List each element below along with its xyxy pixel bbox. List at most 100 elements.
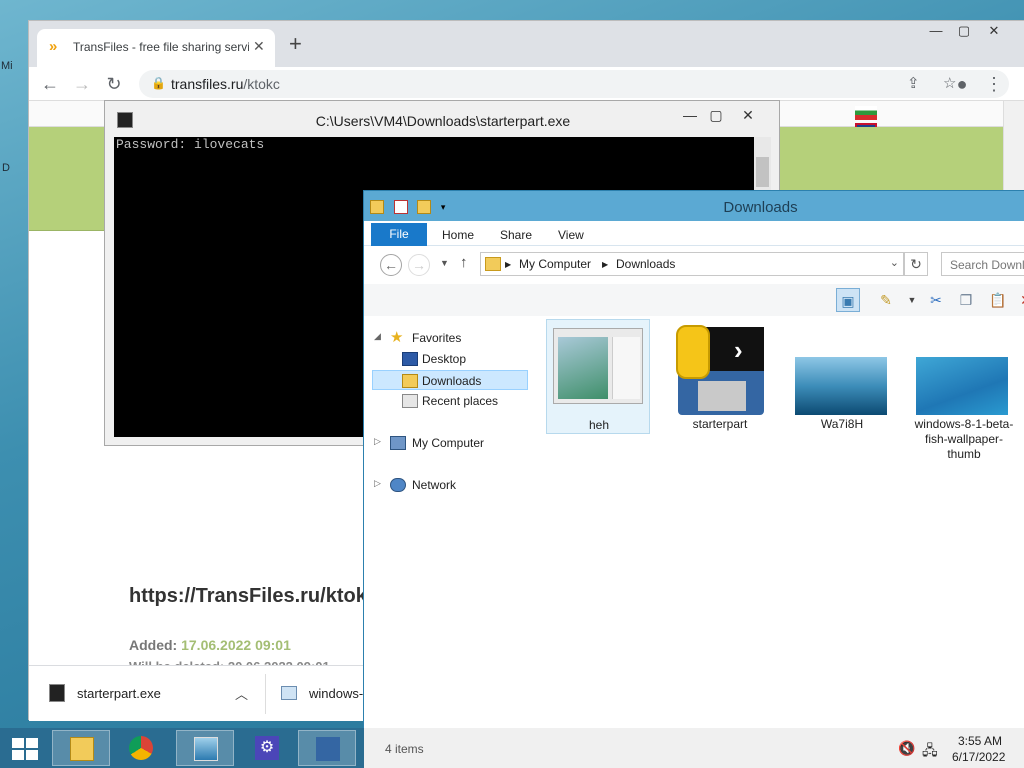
tab-file[interactable]: File bbox=[371, 223, 427, 246]
taskbar-chrome[interactable] bbox=[112, 730, 170, 766]
file-link-heading[interactable]: https://TransFiles.ru/ktokc bbox=[129, 585, 378, 608]
back-icon[interactable]: ← bbox=[37, 71, 63, 97]
browser-toolbar: ← → ↻ 🔒 transfiles.ru/ktokc ⇪ ☆ ● ⋮ bbox=[29, 67, 1024, 101]
divider bbox=[265, 674, 266, 714]
python-icon bbox=[316, 737, 340, 761]
file-list: heh › starterpart Wa7i8H windows-8-1-bet… bbox=[532, 316, 1024, 728]
added-date: Added: 17.06.2022 09:01 bbox=[129, 637, 291, 653]
clock-date[interactable]: 6/17/2022 bbox=[952, 750, 1005, 764]
clock-time[interactable]: 3:55 AM bbox=[958, 734, 1002, 748]
refresh-icon[interactable]: ↻ bbox=[904, 252, 928, 276]
url-text: transfiles.ru/ktokc bbox=[171, 76, 280, 92]
back-icon[interactable]: ← bbox=[380, 254, 402, 276]
search-input[interactable]: Search Downloads bbox=[941, 252, 1024, 276]
forward-icon[interactable]: → bbox=[408, 254, 430, 276]
taskbar-starterpart[interactable] bbox=[298, 730, 356, 766]
menu-kebab-icon[interactable]: ⋮ bbox=[981, 71, 1007, 97]
exe-file-icon bbox=[49, 684, 65, 702]
nav-favorites[interactable]: ◢ ★ Favorites bbox=[372, 328, 530, 348]
close-icon[interactable]: ✕ bbox=[979, 23, 1009, 39]
breadcrumb-separator-icon[interactable]: ▶ bbox=[602, 260, 608, 269]
maximize-icon[interactable]: ▢ bbox=[949, 23, 979, 39]
tab-close-icon[interactable]: ✕ bbox=[253, 38, 265, 55]
taskbar-settings[interactable]: ⚙ bbox=[238, 730, 296, 766]
tab-transfiles[interactable]: » TransFiles - free file sharing service… bbox=[37, 29, 275, 67]
chevron-up-icon[interactable]: ︿ bbox=[235, 684, 248, 703]
recent-locations-icon[interactable]: ▼ bbox=[440, 258, 449, 268]
delete-icon[interactable]: ✕ bbox=[1014, 288, 1024, 312]
desktop-icon-label: D bbox=[2, 162, 10, 174]
address-bar[interactable]: 🔒 transfiles.ru/ktokc ⇪ ☆ bbox=[139, 70, 1009, 98]
ribbon-tabs: File Home Share View bbox=[364, 221, 1024, 246]
explorer-titlebar: ▾ Downloads bbox=[364, 191, 1024, 221]
taskbar-photos[interactable] bbox=[176, 730, 234, 766]
maximize-icon[interactable]: ▢ bbox=[703, 107, 729, 124]
properties-icon[interactable]: ✎ bbox=[874, 288, 898, 312]
folder-icon bbox=[70, 737, 94, 761]
paste-icon[interactable]: 📋 bbox=[986, 288, 1010, 312]
copy-icon[interactable]: ❐ bbox=[954, 288, 978, 312]
file-starterpart[interactable]: › starterpart bbox=[668, 319, 772, 459]
system-tray: 🔇 🖧 3:55 AM 6/17/2022 bbox=[884, 730, 1024, 768]
nav-my-computer[interactable]: ▷ My Computer bbox=[372, 433, 530, 453]
forward-icon[interactable]: → bbox=[69, 71, 95, 97]
nav-network[interactable]: ▷ Network bbox=[372, 475, 530, 495]
flag-icon[interactable] bbox=[855, 106, 877, 120]
cut-icon[interactable]: ✂ bbox=[924, 288, 948, 312]
share-icon[interactable]: ⇪ bbox=[907, 74, 920, 92]
scroll-thumb[interactable] bbox=[756, 157, 769, 187]
lock-icon: 🔒 bbox=[151, 76, 166, 90]
address-box[interactable]: ▶ My Computer ▶ Downloads ⌄ bbox=[480, 252, 904, 276]
search-placeholder: Search Downloads bbox=[950, 258, 1024, 272]
folder-icon bbox=[485, 257, 501, 271]
star-icon: ★ bbox=[390, 329, 404, 346]
tab-view[interactable]: View bbox=[558, 228, 584, 242]
breadcrumb-separator-icon[interactable]: ▶ bbox=[505, 260, 511, 269]
taskbar-file-explorer[interactable] bbox=[52, 730, 110, 766]
chrome-icon bbox=[129, 736, 153, 760]
download-name: starterpart.exe bbox=[77, 686, 161, 701]
minimize-icon[interactable]: — bbox=[921, 23, 951, 38]
computer-icon bbox=[390, 436, 406, 450]
preview-pane-icon[interactable]: ▣ bbox=[836, 288, 860, 312]
item-count: 4 items bbox=[385, 742, 424, 756]
breadcrumb-my-computer[interactable]: My Computer bbox=[519, 257, 591, 271]
tab-share[interactable]: Share bbox=[500, 228, 532, 242]
console-output: Password: ilovecats bbox=[116, 137, 265, 152]
chevron-down-icon[interactable]: ⌄ bbox=[890, 256, 899, 269]
profile-icon[interactable]: ● bbox=[949, 71, 975, 97]
windows-logo-icon bbox=[12, 738, 24, 748]
explorer-toolbar: ▣ ✎ ▼ ✂ ❐ 📋 ✕ bbox=[364, 284, 1024, 316]
expand-icon[interactable]: ◢ bbox=[374, 331, 381, 342]
tab-title: TransFiles - free file sharing service bbox=[73, 40, 249, 54]
network-tray-icon[interactable]: 🖧 bbox=[922, 740, 938, 764]
expand-icon[interactable]: ▷ bbox=[374, 436, 381, 447]
file-wa7i8h[interactable]: Wa7i8H bbox=[790, 319, 894, 459]
volume-muted-icon[interactable]: 🔇 bbox=[898, 740, 915, 757]
new-tab-button[interactable]: + bbox=[289, 33, 302, 55]
file-name: Wa7i8H bbox=[820, 417, 864, 431]
download-item[interactable]: starterpart.exe ︿ bbox=[41, 682, 261, 708]
network-icon bbox=[390, 478, 406, 492]
gear-icon: ⚙ bbox=[255, 736, 279, 760]
chevron-down-icon[interactable]: ▼ bbox=[900, 288, 924, 312]
minimize-icon[interactable]: — bbox=[677, 107, 703, 123]
tab-strip: » TransFiles - free file sharing service… bbox=[29, 21, 1024, 67]
language-flags bbox=[855, 106, 905, 137]
reload-icon[interactable]: ↻ bbox=[101, 71, 127, 97]
desktop-icon-label: Mi bbox=[1, 60, 13, 72]
nav-downloads[interactable]: Downloads bbox=[372, 370, 528, 390]
image-file-icon bbox=[281, 686, 297, 700]
nav-recent-places[interactable]: Recent places bbox=[372, 391, 530, 411]
nav-desktop[interactable]: Desktop bbox=[372, 349, 530, 369]
file-heh[interactable]: heh bbox=[546, 319, 650, 434]
tab-home[interactable]: Home bbox=[442, 228, 474, 242]
up-arrow-icon[interactable]: ↑ bbox=[460, 254, 468, 271]
file-windows-fish-wallpaper[interactable]: windows-8-1-beta-fish-wallpaper-thumb bbox=[912, 319, 1016, 461]
expand-icon[interactable]: ▷ bbox=[374, 478, 381, 489]
navigation-pane: ◢ ★ Favorites Desktop Downloads Recent p… bbox=[364, 316, 532, 728]
breadcrumb-downloads[interactable]: Downloads bbox=[616, 257, 675, 271]
close-icon[interactable]: ✕ bbox=[735, 107, 761, 124]
start-button[interactable] bbox=[12, 738, 40, 762]
downloads-folder-icon bbox=[402, 374, 418, 388]
